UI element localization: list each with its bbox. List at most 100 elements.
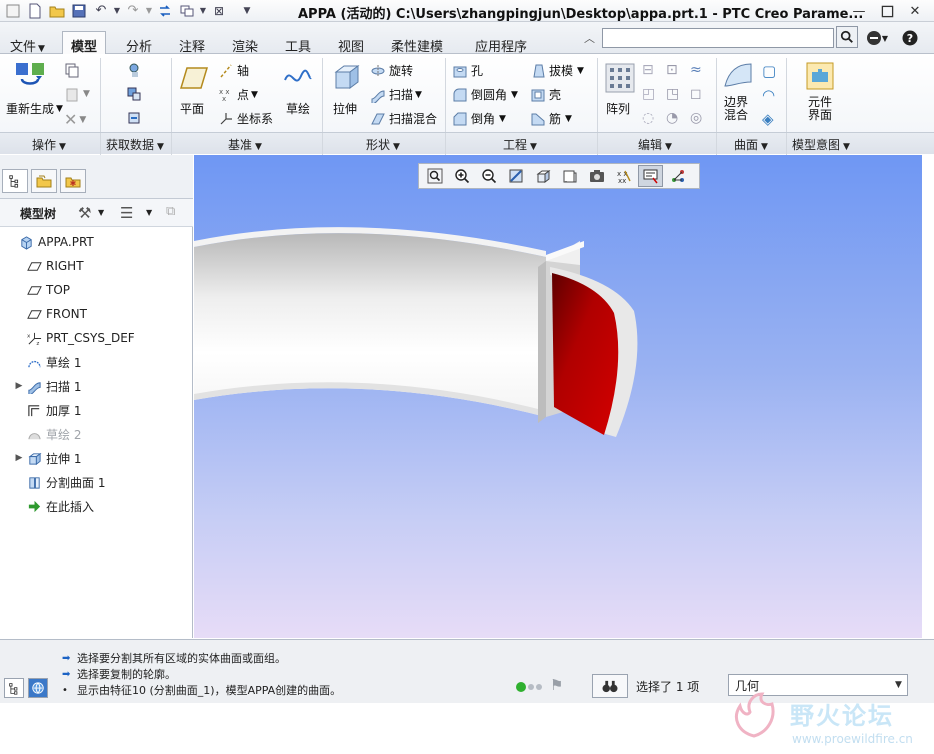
rib-button[interactable]: 筋 ▼	[530, 110, 572, 127]
boundary-blend-icon[interactable]	[722, 60, 754, 92]
flag-icon[interactable]: ⚑	[550, 676, 563, 694]
tab-render[interactable]: 渲染	[224, 34, 266, 55]
trim-icon[interactable]: ◳	[666, 86, 679, 102]
tab-analysis[interactable]: 分析	[118, 34, 160, 55]
extrude-button[interactable]: 拉伸	[333, 100, 357, 117]
expand-arrow-icon[interactable]: ▶	[12, 453, 26, 463]
group-shapes[interactable]: 形状 ▼	[366, 136, 400, 153]
tree-item-top[interactable]: TOP	[12, 279, 70, 301]
user-defined-feature-icon[interactable]	[126, 62, 145, 78]
tree-item-front[interactable]: FRONT	[12, 303, 87, 325]
tab-tools[interactable]: 工具	[277, 34, 319, 55]
group-get-data[interactable]: 获取数据 ▼	[106, 136, 164, 153]
redo-dropdown-icon[interactable]: ▼	[144, 0, 154, 22]
group-operations[interactable]: 操作 ▼	[32, 136, 66, 153]
merge-icon[interactable]: ◰	[642, 86, 655, 102]
pattern-icon[interactable]	[604, 62, 636, 94]
save-icon[interactable]	[68, 0, 90, 22]
sketch-button[interactable]: 草绘	[286, 100, 310, 117]
tree-item-1[interactable]: ▶ 拉伸 1	[12, 447, 82, 469]
undo-icon[interactable]: ↶	[90, 0, 112, 22]
graphics-window[interactable]: x x xx	[194, 155, 922, 638]
pattern-button[interactable]: 阵列	[606, 100, 630, 117]
chamfer-button[interactable]: 倒角 ▼	[452, 110, 506, 127]
component-interface-icon[interactable]	[804, 60, 836, 92]
tree-settings-icon[interactable]: ⚒	[78, 204, 91, 222]
group-editing[interactable]: 编辑 ▼	[638, 136, 672, 153]
project-icon[interactable]: ≈	[690, 62, 702, 78]
shrinkwrap-icon[interactable]	[126, 110, 145, 126]
group-surfaces[interactable]: 曲面 ▼	[734, 136, 768, 153]
copy-icon[interactable]	[64, 62, 83, 78]
revolve-button[interactable]: 旋转	[370, 62, 413, 79]
intersect-icon[interactable]: ◌	[642, 110, 654, 126]
regenerate-icon[interactable]	[14, 59, 46, 91]
windows-dropdown-icon[interactable]: ▼	[198, 0, 208, 22]
tree-columns-icon[interactable]: ☰	[120, 204, 133, 222]
expand-arrow-icon[interactable]: ▶	[12, 381, 26, 391]
fill-surface-icon[interactable]: ▢	[762, 62, 776, 80]
shell-button[interactable]: 壳	[530, 86, 561, 103]
regenerate-quick-icon[interactable]	[154, 0, 176, 22]
quick-access-menu-icon[interactable]: ▼	[236, 0, 258, 22]
copy-geometry-icon[interactable]	[126, 86, 145, 102]
offset-icon[interactable]: ◻	[690, 86, 702, 102]
tab-model[interactable]: 模型	[62, 31, 107, 55]
new-file-icon[interactable]	[24, 0, 46, 22]
model-tree-tab-icon[interactable]	[2, 169, 28, 193]
tree-item-1[interactable]: 分割曲面 1	[12, 471, 105, 493]
tab-annotate[interactable]: 注释	[171, 34, 213, 55]
search-input[interactable]	[602, 28, 834, 48]
tab-flexible-modeling[interactable]: 柔性建模	[383, 34, 451, 55]
freestyle-icon[interactable]: ◈	[762, 110, 774, 128]
group-model-intent[interactable]: 模型意图 ▼	[792, 136, 850, 153]
mirror-icon[interactable]: ⊟	[642, 62, 654, 78]
coordinate-system-button[interactable]: 坐标系	[218, 110, 273, 127]
undo-dropdown-icon[interactable]: ▼	[112, 0, 122, 22]
folder-browser-tab-icon[interactable]	[31, 169, 57, 193]
group-datum[interactable]: 基准 ▼	[228, 136, 262, 153]
collapse-ribbon-icon[interactable]: ︿	[584, 30, 595, 46]
tree-item-1[interactable]: ▶ 扫描 1	[12, 375, 81, 397]
sweep-button[interactable]: 扫描 ▼	[370, 86, 422, 103]
component-interface-button[interactable]: 元件 界面	[808, 96, 832, 122]
close-button[interactable]: ✕	[906, 2, 924, 20]
sketch-icon[interactable]	[282, 62, 314, 94]
group-engineering[interactable]: 工程 ▼	[503, 136, 537, 153]
tree-settings-dropdown-icon[interactable]: ▼	[98, 208, 104, 217]
open-folder-icon[interactable]	[46, 0, 68, 22]
hole-button[interactable]: 孔	[452, 62, 483, 79]
datum-axis-button[interactable]: 轴	[218, 62, 249, 79]
tab-file[interactable]: 文件 ▼	[2, 34, 53, 55]
redo-icon[interactable]: ↷	[122, 0, 144, 22]
style-surface-icon[interactable]: ◠	[762, 86, 775, 104]
find-icon[interactable]	[592, 674, 628, 698]
tree-item-feature-11[interactable]: 在此插入	[12, 495, 94, 517]
tree-item-prt-csys-def[interactable]: x z PRT_CSYS_DEF	[12, 327, 135, 349]
extrude-plate[interactable]	[538, 261, 546, 423]
tree-item-right[interactable]: RIGHT	[12, 255, 84, 277]
help-icon[interactable]: ?	[900, 28, 920, 48]
boundary-blend-button[interactable]: 边界 混合	[724, 96, 748, 122]
app-logo-icon[interactable]	[2, 0, 24, 22]
swept-blend-button[interactable]: 扫描混合	[370, 110, 437, 127]
tree-item-appa-prt[interactable]: APPA.PRT	[4, 231, 94, 253]
extrude-icon[interactable]	[330, 60, 362, 92]
search-icon[interactable]	[836, 26, 858, 48]
draft-button[interactable]: 拔模 ▼	[530, 62, 584, 79]
community-dropdown-icon[interactable]: ▼	[880, 28, 890, 48]
solidify-icon[interactable]: ◔	[666, 110, 678, 126]
close-window-icon[interactable]: ⊠	[208, 0, 230, 22]
maximize-button[interactable]	[878, 2, 896, 20]
tree-item-1[interactable]: 加厚 1	[12, 399, 81, 421]
delete-icon[interactable]: ✕ ▼	[64, 110, 86, 129]
regenerate-button[interactable]: 重新生成 ▼	[6, 100, 63, 117]
favorites-tab-icon[interactable]: ✱	[60, 169, 86, 193]
tree-columns-dropdown-icon[interactable]: ▼	[146, 208, 152, 217]
toggle-browser-icon[interactable]	[28, 678, 48, 698]
thicken-icon[interactable]: ◎	[690, 110, 702, 126]
paste-icon[interactable]: ▼	[64, 86, 90, 102]
3d-model[interactable]	[194, 155, 922, 638]
tree-item-1[interactable]: 草绘 1	[12, 351, 81, 373]
toggle-navigator-icon[interactable]	[4, 678, 24, 698]
